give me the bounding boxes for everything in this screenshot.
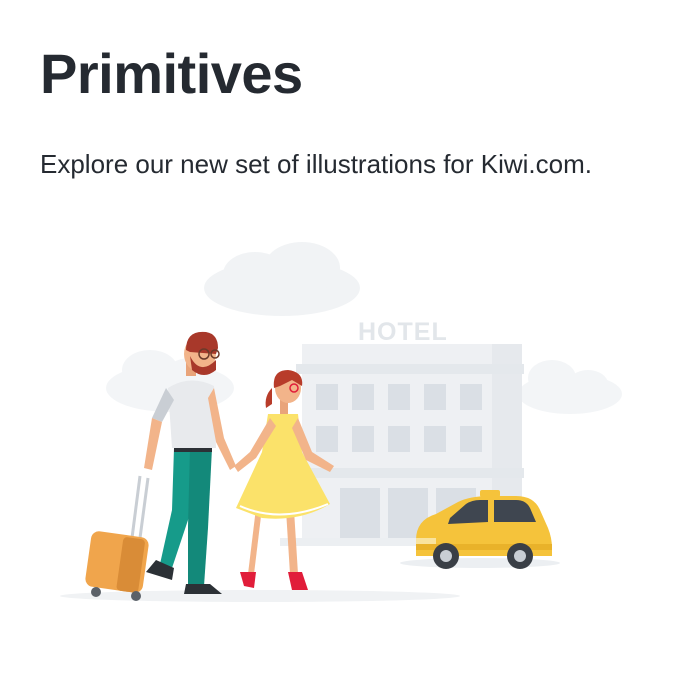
hotel-sign: HOTEL xyxy=(358,318,448,346)
page-title: Primitives xyxy=(40,42,303,105)
cloud-right xyxy=(518,360,622,414)
cloud-top xyxy=(204,242,360,316)
travel-illustration: HOTEL xyxy=(40,238,646,618)
suitcase xyxy=(85,475,150,601)
page-description: Explore our new set of illustrations for… xyxy=(40,149,592,179)
ground-shadow xyxy=(60,590,460,602)
